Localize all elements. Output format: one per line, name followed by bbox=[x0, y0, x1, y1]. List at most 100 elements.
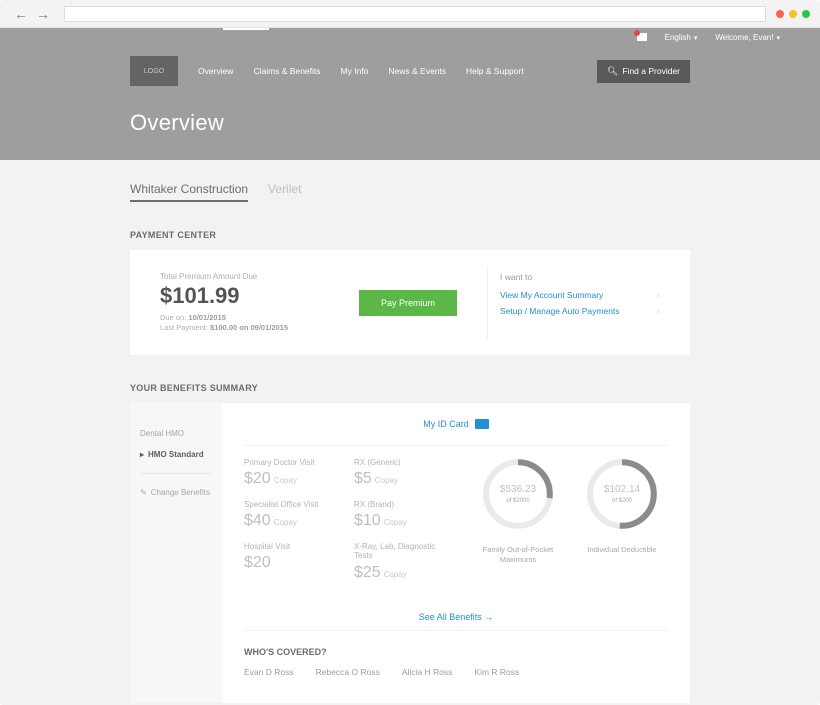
due-date: 10/01/2015 bbox=[188, 313, 226, 322]
sidebar-item-dental-hmo[interactable]: Dental HMO bbox=[140, 423, 212, 444]
benefits-grid: Primary Doctor Visit $20Copay Specialist… bbox=[244, 445, 668, 593]
benefits-card: Dental HMO ▸ HMO Standard ✎ Change Benef… bbox=[130, 403, 690, 703]
gauge-caption: Individual Deductible bbox=[576, 545, 668, 554]
ring-icon: $536.23 of $2000 bbox=[482, 458, 554, 530]
benefit-label: Specialist Office Visit bbox=[244, 500, 334, 509]
header: LOGO Overview Claims & Benefits My Info … bbox=[0, 46, 820, 160]
user-dropdown[interactable]: Welcome, Evan! bbox=[715, 33, 780, 42]
gauge-family-oop: $536.23 of $2000 Family Out-of-Pocket Ma… bbox=[472, 458, 564, 593]
covered-list: Evan D Ross Rebecca O Ross Alicia H Ross… bbox=[244, 657, 668, 681]
benefits-sidebar: Dental HMO ▸ HMO Standard ✎ Change Benef… bbox=[130, 403, 222, 703]
chevron-right-icon: › bbox=[657, 306, 660, 316]
id-card-label: My ID Card bbox=[423, 419, 469, 429]
ring-icon: $102.14 of $200 bbox=[586, 458, 658, 530]
search-icon: 🔍︎ bbox=[607, 66, 618, 77]
minimize-icon[interactable] bbox=[789, 10, 797, 18]
benefits-col-2: RX (Generic) $5Copay RX (Brand) $10Copay… bbox=[354, 458, 444, 593]
amount-due-label: Total Premium Amount Due bbox=[160, 272, 359, 281]
i-want-to-label: I want to bbox=[500, 272, 660, 282]
pencil-icon: ✎ bbox=[140, 488, 147, 497]
maximize-icon[interactable] bbox=[802, 10, 810, 18]
benefits-col-1: Primary Doctor Visit $20Copay Specialist… bbox=[244, 458, 334, 593]
nav-help[interactable]: Help & Support bbox=[466, 66, 524, 76]
last-payment-value: $100.00 on 09/01/2015 bbox=[210, 323, 288, 332]
benefit-suffix: Copay bbox=[274, 518, 297, 527]
payment-quick-links: I want to View My Account Summary › Setu… bbox=[500, 272, 660, 333]
benefit-label: X-Ray, Lab, Diagnostic Tests bbox=[354, 542, 444, 560]
gauge-caption: Family Out-of-Pocket Maximums bbox=[472, 545, 564, 564]
find-provider-label: Find a Provider bbox=[622, 66, 680, 76]
triangle-right-icon: ▸ bbox=[140, 450, 144, 459]
sidebar-item-label: HMO Standard bbox=[148, 450, 204, 459]
payment-section-header: PAYMENT CENTER bbox=[130, 230, 690, 240]
benefit-suffix: Copay bbox=[384, 570, 407, 579]
utility-bar: English Welcome, Evan! bbox=[0, 28, 820, 46]
amount-due-value: $101.99 bbox=[160, 283, 359, 309]
benefit-suffix: Copay bbox=[384, 518, 407, 527]
benefit-value: $20 bbox=[244, 554, 271, 571]
chevron-right-icon: › bbox=[657, 290, 660, 300]
arrow-right-icon: → bbox=[484, 612, 493, 622]
link-auto-payments[interactable]: Setup / Manage Auto Payments › bbox=[500, 306, 660, 316]
covered-person[interactable]: Rebecca O Ross bbox=[316, 667, 380, 677]
find-provider-button[interactable]: 🔍︎ Find a Provider bbox=[597, 60, 690, 83]
link-account-summary[interactable]: View My Account Summary › bbox=[500, 290, 660, 300]
benefit-value: $20 bbox=[244, 470, 271, 487]
benefit-gauges: $536.23 of $2000 Family Out-of-Pocket Ma… bbox=[464, 458, 668, 593]
tab-verilet[interactable]: Verilet bbox=[268, 182, 301, 202]
benefits-section-header: YOUR BENEFITS SUMMARY bbox=[130, 383, 690, 393]
divider bbox=[487, 266, 488, 339]
covered-header: WHO'S COVERED? bbox=[244, 630, 668, 657]
benefit-value: $10 bbox=[354, 512, 381, 529]
gauge-individual-deductible: $102.14 of $200 Individual Deductible bbox=[576, 458, 668, 593]
gauge-of: of $200 bbox=[612, 498, 633, 504]
benefit-label: Hospital Visit bbox=[244, 542, 334, 551]
back-icon[interactable]: ← bbox=[10, 6, 32, 22]
covered-person[interactable]: Kim R Ross bbox=[474, 667, 519, 677]
browser-bar: ← → bbox=[0, 0, 820, 28]
quick-link-label: View My Account Summary bbox=[500, 290, 603, 300]
nav-overview[interactable]: Overview bbox=[198, 66, 233, 76]
covered-person[interactable]: Evan D Ross bbox=[244, 667, 294, 677]
gauge-amount: $536.23 bbox=[500, 484, 537, 495]
sidebar-item-label: Change Benefits bbox=[151, 488, 210, 497]
mail-icon[interactable] bbox=[637, 33, 647, 41]
tab-whitaker[interactable]: Whitaker Construction bbox=[130, 182, 248, 202]
benefit-label: Primary Doctor Visit bbox=[244, 458, 334, 467]
benefit-suffix: Copay bbox=[274, 476, 297, 485]
window-controls bbox=[776, 10, 810, 18]
benefit-value: $40 bbox=[244, 512, 271, 529]
employer-tabs: Whitaker Construction Verilet bbox=[130, 160, 690, 202]
nav-claims[interactable]: Claims & Benefits bbox=[253, 66, 320, 76]
see-all-benefits-link[interactable]: See All Benefits → bbox=[244, 612, 668, 622]
logo[interactable]: LOGO bbox=[130, 56, 178, 86]
due-label: Due on: bbox=[160, 313, 186, 322]
nav-myinfo[interactable]: My Info bbox=[341, 66, 369, 76]
address-bar[interactable] bbox=[64, 6, 766, 22]
benefit-label: RX (Brand) bbox=[354, 500, 444, 509]
benefit-label: RX (Generic) bbox=[354, 458, 444, 467]
close-icon[interactable] bbox=[776, 10, 784, 18]
main-nav: LOGO Overview Claims & Benefits My Info … bbox=[130, 46, 690, 86]
app-frame: ← → English Welcome, Evan! LOGO Overview… bbox=[0, 0, 820, 705]
active-tab-marker bbox=[223, 28, 269, 30]
benefit-value: $25 bbox=[354, 564, 381, 581]
my-id-card-link[interactable]: My ID Card bbox=[244, 419, 668, 429]
pay-premium-button[interactable]: Pay Premium bbox=[359, 290, 457, 316]
payment-summary: Total Premium Amount Due $101.99 Due on:… bbox=[160, 272, 359, 333]
content: Whitaker Construction Verilet PAYMENT CE… bbox=[0, 160, 820, 705]
language-dropdown[interactable]: English bbox=[665, 33, 698, 42]
page-title: Overview bbox=[130, 110, 690, 136]
sidebar-change-benefits[interactable]: ✎ Change Benefits bbox=[140, 482, 212, 503]
benefit-value: $5 bbox=[354, 470, 372, 487]
payment-card: Total Premium Amount Due $101.99 Due on:… bbox=[130, 250, 690, 355]
benefit-suffix: Copay bbox=[375, 476, 398, 485]
nav-news[interactable]: News & Events bbox=[388, 66, 446, 76]
forward-icon[interactable]: → bbox=[32, 6, 54, 22]
sidebar-item-hmo-standard[interactable]: ▸ HMO Standard bbox=[140, 444, 212, 465]
gauge-amount: $102.14 bbox=[604, 484, 641, 495]
see-all-label: See All Benefits bbox=[419, 612, 482, 622]
last-payment-label: Last Payment: bbox=[160, 323, 208, 332]
benefits-main: My ID Card Primary Doctor Visit $20Copay… bbox=[222, 403, 690, 703]
covered-person[interactable]: Alicia H Ross bbox=[402, 667, 453, 677]
